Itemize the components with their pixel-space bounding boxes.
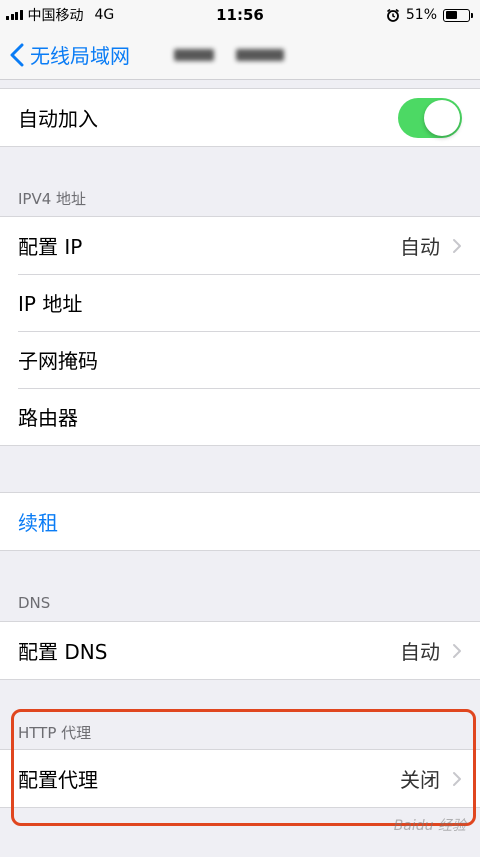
configure-ip-row[interactable]: 配置 IP 自动 — [0, 217, 480, 274]
configure-proxy-row[interactable]: 配置代理 关闭 — [0, 750, 480, 807]
configure-proxy-label: 配置代理 — [18, 768, 98, 792]
auto-join-toggle[interactable] — [398, 97, 462, 138]
dns-section-header: DNS — [18, 594, 51, 612]
configure-dns-value: 自动 — [400, 640, 440, 664]
renew-lease-group: 续租 — [0, 492, 480, 551]
chevron-right-icon — [453, 643, 461, 658]
alarm-icon — [386, 8, 399, 22]
battery-icon — [443, 8, 473, 22]
battery-fill — [445, 11, 457, 19]
signal-strength-icon — [6, 10, 23, 20]
router-row: 路由器 — [0, 388, 480, 445]
renew-lease-row[interactable]: 续租 — [0, 493, 480, 550]
back-button-label: 无线局域网 — [30, 44, 130, 68]
auto-join-group: 自动加入 — [0, 88, 480, 147]
toggle-knob — [424, 99, 460, 136]
battery-percent: 51% — [405, 7, 437, 23]
ip-address-row: IP 地址 — [0, 274, 480, 331]
ip-address-label: IP 地址 — [18, 292, 83, 316]
router-label: 路由器 — [18, 406, 78, 430]
auto-join-row: 自动加入 — [0, 89, 480, 146]
carrier-label: 中国移动 — [27, 8, 84, 24]
http-proxy-group: 配置代理 关闭 — [0, 749, 480, 808]
status-right: 51% — [386, 7, 473, 23]
ipv4-section-header: IPV4 地址 — [18, 190, 87, 208]
chevron-left-icon — [10, 43, 24, 66]
nav-bar: 无线局域网 — [0, 30, 480, 80]
dns-group: 配置 DNS 自动 — [0, 621, 480, 680]
network-type: 4G — [94, 7, 115, 23]
back-button[interactable]: 无线局域网 — [0, 30, 130, 79]
configure-ip-label: 配置 IP — [18, 235, 83, 259]
network-name-redacted — [174, 48, 284, 61]
status-left: 中国移动 4G — [6, 5, 114, 25]
ipv4-group: 配置 IP 自动 IP 地址 子网掩码 路由器 — [0, 216, 480, 446]
configure-dns-label: 配置 DNS — [18, 640, 108, 664]
configure-dns-row[interactable]: 配置 DNS 自动 — [0, 622, 480, 679]
auto-join-label: 自动加入 — [18, 107, 98, 131]
configure-ip-value: 自动 — [400, 235, 440, 259]
configure-proxy-value: 关闭 — [400, 768, 440, 792]
status-bar: 中国移动 4G 11:56 51% — [0, 0, 480, 30]
http-proxy-section-header: HTTP 代理 — [18, 724, 92, 742]
chevron-right-icon — [453, 238, 461, 253]
chevron-right-icon — [453, 771, 461, 786]
renew-lease-button[interactable]: 续租 — [18, 507, 58, 536]
watermark: Baidu 经验 — [393, 818, 466, 834]
subnet-mask-row: 子网掩码 — [0, 331, 480, 388]
subnet-mask-label: 子网掩码 — [18, 349, 98, 373]
